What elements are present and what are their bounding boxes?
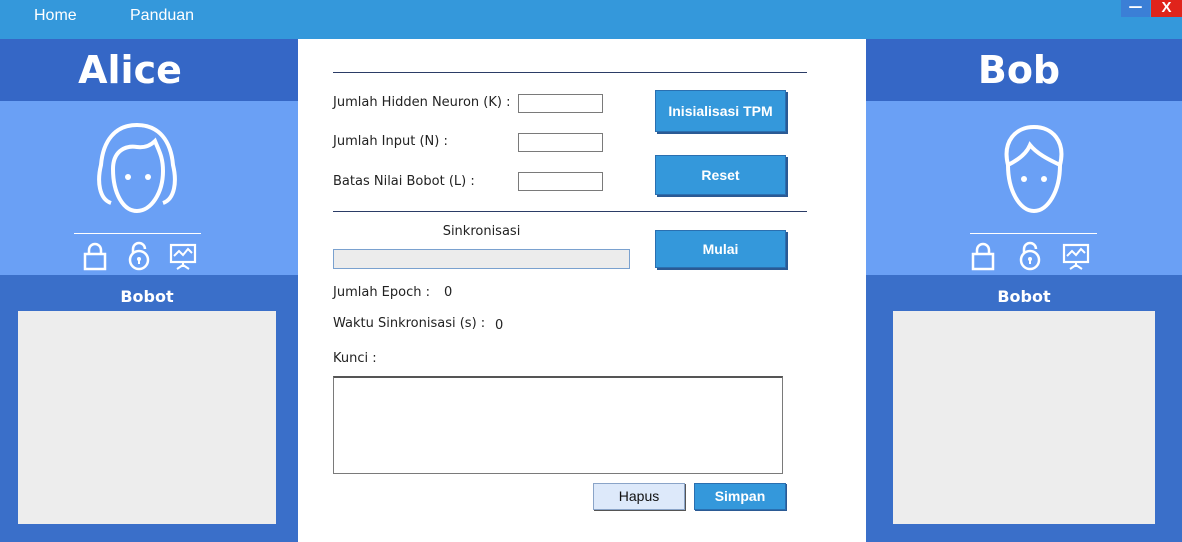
bob-avatar-area <box>866 101 1182 275</box>
menu-panduan[interactable]: Panduan <box>130 7 194 25</box>
input-count-label: Jumlah Input (N) : <box>333 134 448 149</box>
delete-button[interactable]: Hapus <box>593 483 685 510</box>
sync-label: Sinkronisasi <box>442 224 521 239</box>
sync-progress-bar <box>333 249 630 269</box>
bob-bobot-label: Bobot <box>997 287 1051 306</box>
presentation-icon[interactable] <box>1061 241 1091 271</box>
bob-bobot-box <box>893 311 1155 524</box>
bobot-limit-label: Batas Nilai Bobot (L) : <box>333 174 475 189</box>
hidden-neuron-input[interactable] <box>518 94 603 113</box>
hidden-neuron-label: Jumlah Hidden Neuron (K) : <box>333 95 511 110</box>
close-button[interactable]: X <box>1151 0 1182 17</box>
alice-bobot-box <box>18 311 276 524</box>
lock-icon[interactable] <box>968 241 998 271</box>
sync-time-value: 0 <box>495 318 504 333</box>
start-button[interactable]: Mulai <box>655 230 786 268</box>
reset-button[interactable]: Reset <box>655 155 786 195</box>
bob-panel: Bob Bobot <box>866 39 1182 542</box>
unlock-icon[interactable] <box>1015 241 1045 271</box>
minimize-button[interactable]: — <box>1121 0 1150 17</box>
epoch-label: Jumlah Epoch : <box>333 285 431 300</box>
input-count-input[interactable] <box>518 133 603 152</box>
alice-divider <box>74 233 201 234</box>
sync-time-label: Waktu Sinkronisasi (s) : <box>333 316 486 331</box>
menu-bar: Home Panduan <box>0 0 1182 39</box>
save-button[interactable]: Simpan <box>694 483 786 510</box>
alice-panel: Alice Bobot <box>0 39 298 542</box>
alice-avatar-area <box>0 101 298 275</box>
presentation-icon[interactable] <box>168 241 198 271</box>
bobot-limit-input[interactable] <box>518 172 603 191</box>
main-form: Jumlah Hidden Neuron (K) : Jumlah Input … <box>298 39 866 542</box>
male-avatar-icon <box>1004 124 1064 214</box>
unlock-icon[interactable] <box>124 241 154 271</box>
menu-home[interactable]: Home <box>34 7 77 25</box>
female-avatar-icon <box>97 122 177 214</box>
key-textarea[interactable] <box>333 376 783 474</box>
key-label: Kunci : <box>333 351 377 366</box>
top-divider <box>333 72 807 73</box>
alice-title: Alice <box>0 39 298 101</box>
lock-icon[interactable] <box>80 241 110 271</box>
alice-bobot-label: Bobot <box>120 287 174 306</box>
init-tpm-button[interactable]: Inisialisasi TPM <box>655 90 786 132</box>
middle-divider <box>333 211 807 212</box>
bob-divider <box>970 233 1097 234</box>
bob-title: Bob <box>866 39 1182 101</box>
epoch-value: 0 <box>444 285 453 300</box>
